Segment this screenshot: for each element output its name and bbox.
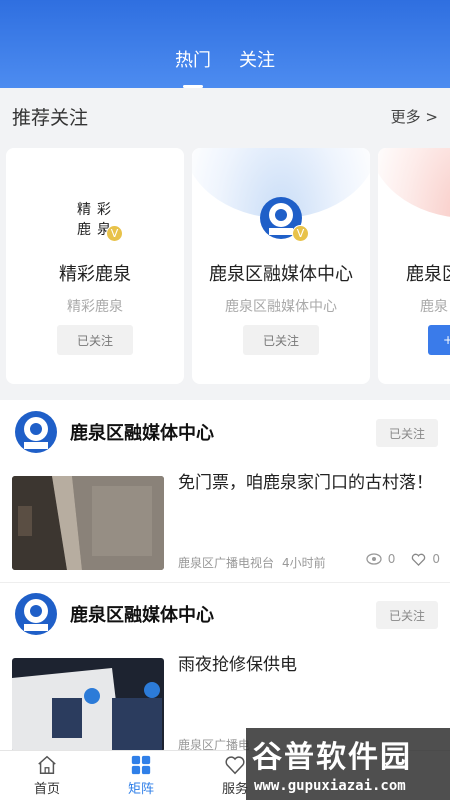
svg-text:彩: 彩	[97, 202, 111, 218]
followed-button[interactable]: 已关注	[57, 325, 133, 355]
village-alley-image	[12, 476, 164, 570]
recommend-card[interactable]: 精 彩 鹿 泉 V 精彩鹿泉 精彩鹿泉 已关注	[6, 148, 184, 384]
author-avatar[interactable]	[14, 592, 58, 636]
tab-hot[interactable]: 热门	[175, 46, 211, 82]
followed-button[interactable]: 已关注	[376, 601, 438, 629]
grid-icon	[131, 755, 151, 775]
follow-button[interactable]: +	[428, 325, 450, 355]
card-glow	[378, 148, 450, 218]
recommend-card[interactable]: V 鹿泉区融媒体中心 鹿泉区融媒体中心 已关注	[192, 148, 370, 384]
nav-matrix[interactable]: 矩阵	[94, 751, 188, 800]
heart-icon	[225, 756, 245, 775]
nav-matrix-label: 矩阵	[127, 782, 154, 797]
svg-text:精: 精	[77, 202, 91, 218]
watermark-url: www.gupuxiazai.com	[254, 778, 406, 794]
eye-icon	[366, 553, 382, 565]
nav-home[interactable]: 首页	[0, 751, 94, 800]
more-link[interactable]: 更多 >	[391, 106, 438, 127]
post-source: 鹿泉区广播电视台	[178, 556, 275, 570]
heart-icon[interactable]	[411, 553, 426, 566]
card-logo: V	[259, 196, 309, 242]
verified-badge-icon: V	[292, 225, 309, 242]
nav-home-label: 首页	[33, 782, 60, 797]
card-name: 鹿泉区融媒体中心	[209, 264, 353, 285]
svg-text:鹿: 鹿	[77, 221, 91, 238]
top-header: 热门 关注	[0, 0, 450, 88]
media-center-logo-icon	[15, 593, 57, 635]
watermark: 谷普软件园 www.gupuxiazai.com	[246, 728, 450, 800]
recommend-header: 推荐关注 更多 >	[0, 96, 450, 136]
media-center-logo-icon	[15, 411, 57, 453]
followed-button[interactable]: 已关注	[243, 325, 319, 355]
author-name[interactable]: 鹿泉区融媒体中心	[70, 601, 214, 627]
recommend-card[interactable]: 鹿泉区 鹿泉 +	[378, 148, 450, 384]
post-author-row: 鹿泉区融媒体中心	[14, 592, 214, 636]
view-count: 0	[387, 552, 396, 566]
post-meta: 鹿泉区广播电视台 4小时前	[178, 554, 326, 571]
author-name[interactable]: 鹿泉区融媒体中心	[70, 419, 214, 445]
card-subtitle: 鹿泉区融媒体中心	[225, 299, 337, 315]
card-name: 精彩鹿泉	[59, 264, 131, 285]
recommend-carousel[interactable]: 精 彩 鹿 泉 V 精彩鹿泉 精彩鹿泉 已关注 V 鹿泉区融媒体中心 鹿泉区融媒…	[0, 148, 450, 384]
nav-service-label: 服务	[221, 782, 248, 797]
post-title[interactable]: 免门票，咱鹿泉家门口的古村落！	[178, 470, 440, 496]
tab-following[interactable]: 关注	[239, 46, 275, 82]
watermark-title: 谷普软件园	[252, 740, 412, 775]
verified-badge-icon: V	[106, 225, 123, 242]
post-title[interactable]: 雨夜抢修保供电	[178, 652, 440, 678]
post-stats: 0 0	[366, 552, 440, 566]
like-count: 0	[432, 552, 440, 566]
card-name: 鹿泉区	[406, 264, 450, 285]
card-subtitle: 鹿泉	[420, 299, 448, 315]
author-avatar[interactable]	[14, 410, 58, 454]
post-author-row: 鹿泉区融媒体中心	[14, 410, 214, 454]
night-repair-image	[12, 658, 164, 752]
followed-button[interactable]: 已关注	[376, 419, 438, 447]
feed-tabs: 热门 关注	[0, 46, 450, 82]
card-subtitle: 精彩鹿泉	[67, 299, 123, 315]
recommend-title: 推荐关注	[12, 106, 89, 129]
post-divider	[0, 582, 450, 583]
post-thumbnail[interactable]	[12, 658, 164, 752]
post-thumbnail[interactable]	[12, 476, 164, 570]
post-time: 4小时前	[282, 556, 326, 570]
home-icon	[38, 755, 56, 774]
post-feed: 鹿泉区融媒体中心 已关注 免门票，咱鹿泉家门口的古村落！ 鹿泉区广播电视台 4小…	[0, 400, 450, 752]
card-logo: 精 彩 鹿 泉 V	[73, 196, 123, 242]
